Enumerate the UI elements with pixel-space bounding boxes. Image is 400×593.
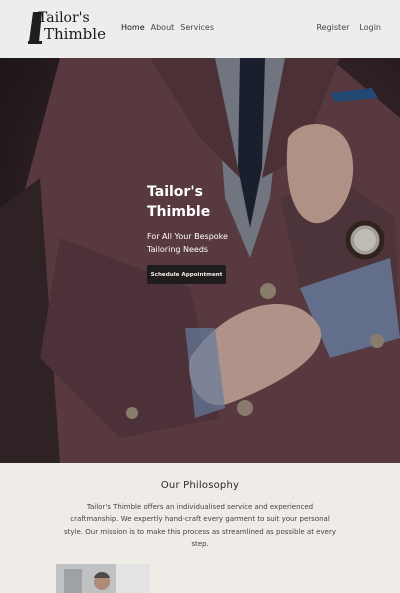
hero-section: Tailor's Thimble For All Your Bespoke Ta… [0, 58, 400, 463]
schedule-appointment-button[interactable]: Schedule Appointment [147, 265, 226, 284]
navbar: Tailor's Thimble Home About Services Reg… [0, 0, 400, 58]
nav-services[interactable]: Services [180, 23, 214, 32]
hero-title: Tailor's Thimble [147, 184, 211, 220]
hero-subtitle: For All Your Bespoke Tailoring Needs [147, 232, 228, 254]
person-photo-icon [56, 564, 150, 593]
philosophy-body: Tailor's Thimble offers an individualise… [64, 503, 336, 548]
register-link[interactable]: Register [316, 23, 349, 32]
brand-logo[interactable]: Tailor's Thimble [26, 8, 106, 46]
hero-text-block: Tailor's Thimble For All Your Bespoke Ta… [147, 182, 247, 256]
brand-line1: Tailor's [38, 10, 90, 26]
main-nav: Home About Services [121, 23, 214, 32]
philosophy-section: Our Philosophy Tailor's Thimble offers a… [0, 463, 400, 593]
brand-line2: Thimble [44, 25, 106, 43]
auth-nav: Register Login [316, 23, 381, 32]
nav-about[interactable]: About [151, 23, 175, 32]
philosophy-title: Our Philosophy [160, 480, 240, 491]
login-link[interactable]: Login [359, 23, 381, 32]
hero-background-image [0, 58, 400, 463]
tailor-photo [56, 564, 150, 593]
nav-home[interactable]: Home [121, 23, 145, 32]
brand-wordmark: Tailor's Thimble [34, 10, 106, 42]
